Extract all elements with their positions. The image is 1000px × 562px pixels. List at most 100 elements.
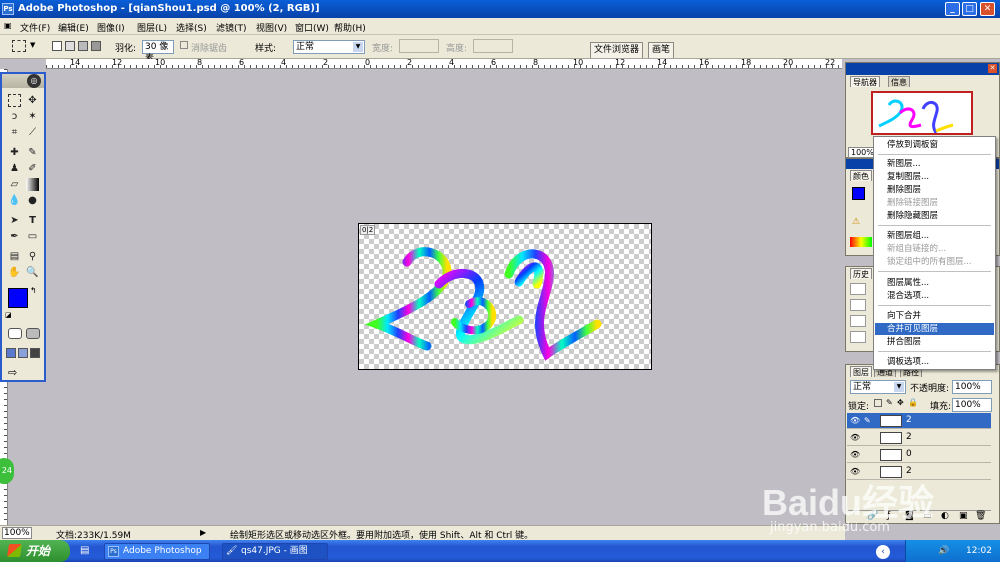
menu-layer[interactable]: 图层(L): [137, 21, 167, 34]
style-select[interactable]: 正常 ▼: [293, 40, 365, 54]
menu-window[interactable]: 窗口(W): [295, 21, 329, 34]
menu-item-dock[interactable]: 停放到调板窗: [875, 139, 994, 151]
layer-name[interactable]: 2: [906, 415, 912, 425]
zoom-tool-icon[interactable]: 🔍: [26, 266, 39, 279]
panel-title[interactable]: ✕: [846, 63, 999, 75]
lasso-tool-icon[interactable]: ↄ: [8, 110, 21, 123]
color-ramp[interactable]: [850, 237, 872, 247]
menu-item-new-group[interactable]: 新图层组...: [875, 230, 994, 242]
tab-brushes[interactable]: 画笔: [648, 42, 675, 58]
rect-marquee-tool-icon[interactable]: [8, 94, 21, 107]
menu-help[interactable]: 帮助(H): [334, 21, 366, 34]
chevron-down-icon[interactable]: ▼: [30, 41, 35, 49]
menu-item-lock-group[interactable]: 锁定组中的所有图层...: [875, 256, 994, 268]
standard-mode-icon[interactable]: [8, 328, 22, 339]
dodge-tool-icon[interactable]: ●: [26, 194, 39, 207]
history-item[interactable]: [850, 331, 866, 343]
path-selection-tool-icon[interactable]: ➤: [8, 214, 21, 227]
menu-item-layer-properties[interactable]: 图层属性...: [875, 277, 994, 289]
chevron-left-icon[interactable]: ‹: [876, 545, 890, 559]
add-selection-icon[interactable]: [65, 41, 75, 51]
history-item[interactable]: [850, 299, 866, 311]
antialias-checkbox[interactable]: [180, 41, 188, 49]
show-desktop-icon[interactable]: ▤: [80, 545, 89, 556]
tab-info[interactable]: 信息: [888, 76, 910, 87]
eyedropper-tool-icon[interactable]: ⚲: [26, 250, 39, 263]
play-icon[interactable]: ▶: [200, 528, 206, 537]
layer-row[interactable]: 👁 0: [847, 447, 991, 463]
lock-position-icon[interactable]: ✥: [897, 398, 904, 407]
start-button[interactable]: 开始: [0, 540, 70, 562]
side-badge[interactable]: 24: [0, 458, 14, 484]
adobe-online-icon[interactable]: ◎: [27, 74, 41, 88]
toolbox-header[interactable]: ◎: [2, 74, 44, 88]
tab-file-browser[interactable]: 文件浏览器: [590, 42, 644, 58]
clock[interactable]: 12:02: [966, 540, 992, 562]
history-item[interactable]: [850, 315, 866, 327]
taskbar-item-photoshop[interactable]: Ps Adobe Photoshop ...: [104, 543, 210, 562]
screen-mode-standard-icon[interactable]: [6, 348, 16, 358]
layer-name[interactable]: 2: [906, 466, 912, 476]
color-foreground-swatch[interactable]: [852, 187, 865, 200]
minimize-button[interactable]: _: [945, 2, 960, 16]
menu-item-group-from-linked[interactable]: 新组自链接的...: [875, 243, 994, 255]
menu-item-delete-linked[interactable]: 删除链接图层: [875, 197, 994, 209]
fill-input[interactable]: 100%: [952, 398, 992, 412]
intersect-selection-icon[interactable]: [91, 41, 101, 51]
eye-icon[interactable]: 👁: [850, 433, 860, 443]
brush-icon[interactable]: ✎: [864, 416, 874, 426]
feather-input[interactable]: 30 像素: [142, 40, 174, 64]
blend-mode-select[interactable]: 正常 ▼: [850, 380, 906, 394]
clone-stamp-tool-icon[interactable]: ♟: [8, 162, 21, 175]
opacity-input[interactable]: 100%: [952, 380, 992, 394]
menu-item-flatten[interactable]: 拼合图层: [875, 336, 994, 348]
menu-item-duplicate-layer[interactable]: 复制图层...: [875, 171, 994, 183]
hand-tool-icon[interactable]: ✋: [8, 266, 21, 279]
notes-tool-icon[interactable]: ▤: [8, 250, 21, 263]
menu-view[interactable]: 视图(V): [256, 21, 287, 34]
menu-item-delete-layer[interactable]: 删除图层: [875, 184, 994, 196]
menu-select[interactable]: 选择(S): [176, 21, 207, 34]
new-layer-icon[interactable]: ▣: [959, 511, 968, 521]
layer-row[interactable]: 👁 2: [847, 464, 991, 480]
menu-item-palette-options[interactable]: 调板选项...: [875, 356, 994, 368]
layer-row[interactable]: 👁 ✎ 2: [847, 413, 991, 429]
jump-to-imageready-icon[interactable]: ⇨: [8, 366, 17, 379]
eye-icon[interactable]: 👁: [850, 416, 860, 426]
foreground-color-swatch[interactable]: [8, 288, 28, 308]
layer-name[interactable]: 0: [906, 449, 912, 459]
layer-row[interactable]: 👁 2: [847, 430, 991, 446]
taskbar-item-paint[interactable]: 🖌 qs47.JPG - 画图: [222, 543, 328, 560]
lock-all-icon[interactable]: 🔒: [908, 398, 918, 407]
gradient-tool-icon[interactable]: [26, 178, 39, 191]
marquee-tool-icon[interactable]: [12, 40, 26, 52]
history-brush-tool-icon[interactable]: ✐: [26, 162, 39, 175]
tab-history[interactable]: 历史: [850, 268, 872, 279]
menu-item-merge-down[interactable]: 向下合并: [875, 310, 994, 322]
close-button[interactable]: ✕: [980, 2, 995, 16]
lock-transparency-checkbox[interactable]: [874, 399, 882, 407]
tab-color[interactable]: 颜色: [850, 170, 872, 181]
pen-tool-icon[interactable]: ✒: [8, 230, 21, 243]
shape-tool-icon[interactable]: ▭: [26, 230, 39, 243]
tab-layers[interactable]: 图层: [850, 366, 872, 377]
subtract-selection-icon[interactable]: [78, 41, 88, 51]
document-canvas[interactable]: 0|2: [358, 223, 652, 370]
doc-menu-icon[interactable]: ▣: [4, 21, 12, 30]
eye-icon[interactable]: 👁: [850, 467, 860, 477]
tab-navigator[interactable]: 导航器: [850, 76, 880, 87]
slice-tool-icon[interactable]: ⟋: [26, 126, 39, 139]
move-tool-icon[interactable]: ✥: [26, 94, 39, 107]
swap-colors-icon[interactable]: ↰: [30, 286, 37, 295]
restore-button[interactable]: □: [962, 2, 977, 16]
eraser-tool-icon[interactable]: ▱: [8, 178, 21, 191]
brush-tool-icon[interactable]: ✎: [26, 146, 39, 159]
blur-tool-icon[interactable]: 💧: [8, 194, 21, 207]
width-input[interactable]: [399, 39, 439, 53]
quick-mask-icon[interactable]: [26, 328, 40, 339]
height-input[interactable]: [473, 39, 513, 53]
magic-wand-tool-icon[interactable]: ✶: [26, 110, 39, 123]
trash-icon[interactable]: 🗑: [975, 511, 986, 521]
layer-name[interactable]: 2: [906, 432, 912, 442]
layer-style-icon[interactable]: ƒ: [887, 511, 890, 521]
